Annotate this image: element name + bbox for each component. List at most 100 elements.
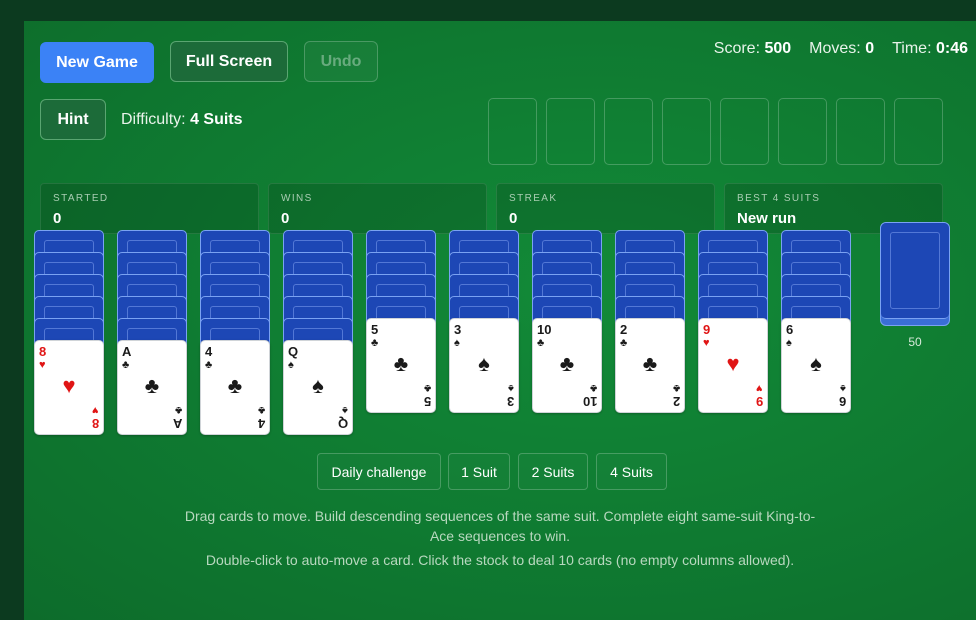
one-suit-button[interactable]: 1 Suit bbox=[448, 453, 510, 490]
hint-button[interactable]: Hint bbox=[40, 99, 106, 140]
suit-icon: ♠ bbox=[508, 382, 514, 394]
suit-icon: ♥ bbox=[92, 404, 99, 416]
card-rank: Q bbox=[337, 416, 348, 431]
foundation-slot[interactable] bbox=[604, 98, 653, 165]
card-rank: 3 bbox=[454, 322, 462, 337]
suit-icon: ♣ bbox=[672, 382, 680, 394]
time-readout: Time: 0:46 bbox=[892, 40, 968, 57]
stock-pile[interactable] bbox=[880, 222, 950, 326]
card-rank: 5 bbox=[371, 322, 379, 337]
stat-value: 0 bbox=[53, 210, 62, 227]
stat-label: STARTED bbox=[53, 193, 109, 204]
foundation-slot[interactable] bbox=[662, 98, 711, 165]
stock-card-back[interactable] bbox=[881, 223, 949, 319]
foundation-slot[interactable] bbox=[546, 98, 595, 165]
card-rank: A bbox=[122, 344, 132, 359]
score-value: 500 bbox=[764, 40, 792, 57]
daily-challenge-button[interactable]: Daily challenge bbox=[317, 453, 441, 490]
stat-value: 0 bbox=[509, 210, 518, 227]
card-rank: 8 bbox=[91, 416, 99, 431]
playing-card[interactable]: 4 ♣ ♣ ♣ 4 bbox=[200, 340, 270, 435]
playing-card[interactable]: 9 ♥ ♥ ♥ 9 bbox=[698, 318, 768, 413]
card-rank: 4 bbox=[205, 344, 213, 359]
difficulty-label: Difficulty: bbox=[121, 111, 186, 128]
stock-count: 50 bbox=[908, 335, 922, 349]
card-rank: 10 bbox=[582, 394, 597, 409]
help-line-3: Double-click to auto-move a card. Click … bbox=[205, 552, 795, 568]
moves-readout: Moves: 0 bbox=[809, 40, 875, 57]
stat-wins: WINS 0 bbox=[268, 183, 487, 234]
card-rank: 9 bbox=[755, 394, 763, 409]
foundation-slot[interactable] bbox=[488, 98, 537, 165]
undo-button[interactable]: Undo bbox=[304, 41, 378, 82]
suit-icon: ♣ bbox=[589, 382, 597, 394]
suit-icon: ♣ bbox=[393, 351, 409, 376]
card-rank: Q bbox=[288, 344, 299, 359]
suit-icon: ♥ bbox=[726, 351, 740, 376]
suit-icon: ♠ bbox=[312, 373, 324, 398]
stat-value: 0 bbox=[281, 210, 290, 227]
foundation-slot[interactable] bbox=[894, 98, 943, 165]
card-rank: 6 bbox=[838, 394, 846, 409]
suit-icon: ♣ bbox=[122, 359, 130, 371]
game-board: New Game Full Screen Undo Hint Difficult… bbox=[24, 21, 976, 620]
playing-card[interactable]: Q ♠ ♠ ♠ Q bbox=[283, 340, 353, 435]
suit-icon: ♠ bbox=[288, 359, 294, 371]
card-rank: 9 bbox=[703, 322, 711, 337]
difficulty-value: 4 Suits bbox=[190, 111, 243, 128]
suit-icon: ♣ bbox=[620, 337, 628, 349]
full-screen-button[interactable]: Full Screen bbox=[170, 41, 288, 82]
card-rank: 2 bbox=[620, 322, 628, 337]
stat-label: WINS bbox=[281, 193, 313, 204]
help-line-2: Ace sequences to win. bbox=[429, 528, 571, 544]
stat-label: BEST 4 SUITS bbox=[737, 193, 821, 204]
card-rank: 8 bbox=[39, 344, 47, 359]
help-line-1: Drag cards to move. Build descending seq… bbox=[184, 508, 816, 524]
two-suits-button[interactable]: 2 Suits bbox=[518, 453, 588, 490]
suit-icon: ♣ bbox=[227, 373, 243, 398]
playing-card[interactable]: 5 ♣ ♣ ♣ 5 bbox=[366, 318, 436, 413]
playing-card[interactable]: 6 ♠ ♠ ♠ 6 bbox=[781, 318, 851, 413]
suit-icon: ♥ bbox=[62, 373, 76, 398]
card-rank: 6 bbox=[786, 322, 794, 337]
score-bar: Score: 500 Moves: 0 Time: 0:46 bbox=[714, 40, 968, 58]
stat-label: STREAK bbox=[509, 193, 558, 204]
suit-icon: ♣ bbox=[144, 373, 160, 398]
foundation-slot[interactable] bbox=[778, 98, 827, 165]
suit-icon: ♣ bbox=[559, 351, 575, 376]
moves-value: 0 bbox=[865, 40, 875, 57]
suit-icon: ♠ bbox=[454, 337, 460, 349]
time-value: 0:46 bbox=[935, 40, 968, 57]
card-rank: 10 bbox=[537, 322, 552, 337]
suit-icon: ♠ bbox=[786, 337, 792, 349]
playing-card[interactable]: 3 ♠ ♠ ♠ 3 bbox=[449, 318, 519, 413]
card-rank: 2 bbox=[672, 394, 680, 409]
score-readout: Score: 500 bbox=[713, 40, 792, 57]
suit-icon: ♣ bbox=[423, 382, 431, 394]
playing-card[interactable]: 10 ♣ ♣ ♣ 10 bbox=[532, 318, 602, 413]
playing-card[interactable]: A ♣ ♣ ♣ A bbox=[117, 340, 187, 435]
playing-card[interactable]: 2 ♣ ♣ ♣ 2 bbox=[615, 318, 685, 413]
foundation-slot[interactable] bbox=[836, 98, 885, 165]
card-rank: 5 bbox=[423, 394, 431, 409]
suit-icon: ♣ bbox=[371, 337, 379, 349]
card-rank: 4 bbox=[257, 416, 265, 431]
suit-icon: ♠ bbox=[840, 382, 846, 394]
suit-icon: ♥ bbox=[703, 337, 710, 349]
playing-card[interactable]: 8 ♥ ♥ ♥ 8 bbox=[34, 340, 104, 435]
suit-icon: ♠ bbox=[478, 351, 490, 376]
suit-icon: ♠ bbox=[342, 404, 348, 416]
suit-icon: ♠ bbox=[810, 351, 822, 376]
suit-icon: ♣ bbox=[537, 337, 545, 349]
suit-icon: ♣ bbox=[642, 351, 658, 376]
new-game-button[interactable]: New Game bbox=[40, 42, 154, 83]
stat-started: STARTED 0 bbox=[40, 183, 259, 234]
card-rank: 3 bbox=[506, 394, 514, 409]
foundation-slot[interactable] bbox=[720, 98, 769, 165]
suit-icon: ♣ bbox=[174, 404, 182, 416]
four-suits-button[interactable]: 4 Suits bbox=[596, 453, 667, 490]
stat-streak: STREAK 0 bbox=[496, 183, 715, 234]
suit-icon: ♥ bbox=[39, 359, 46, 371]
difficulty-indicator: Difficulty: 4 Suits bbox=[121, 111, 243, 129]
card-rank: A bbox=[172, 416, 182, 431]
